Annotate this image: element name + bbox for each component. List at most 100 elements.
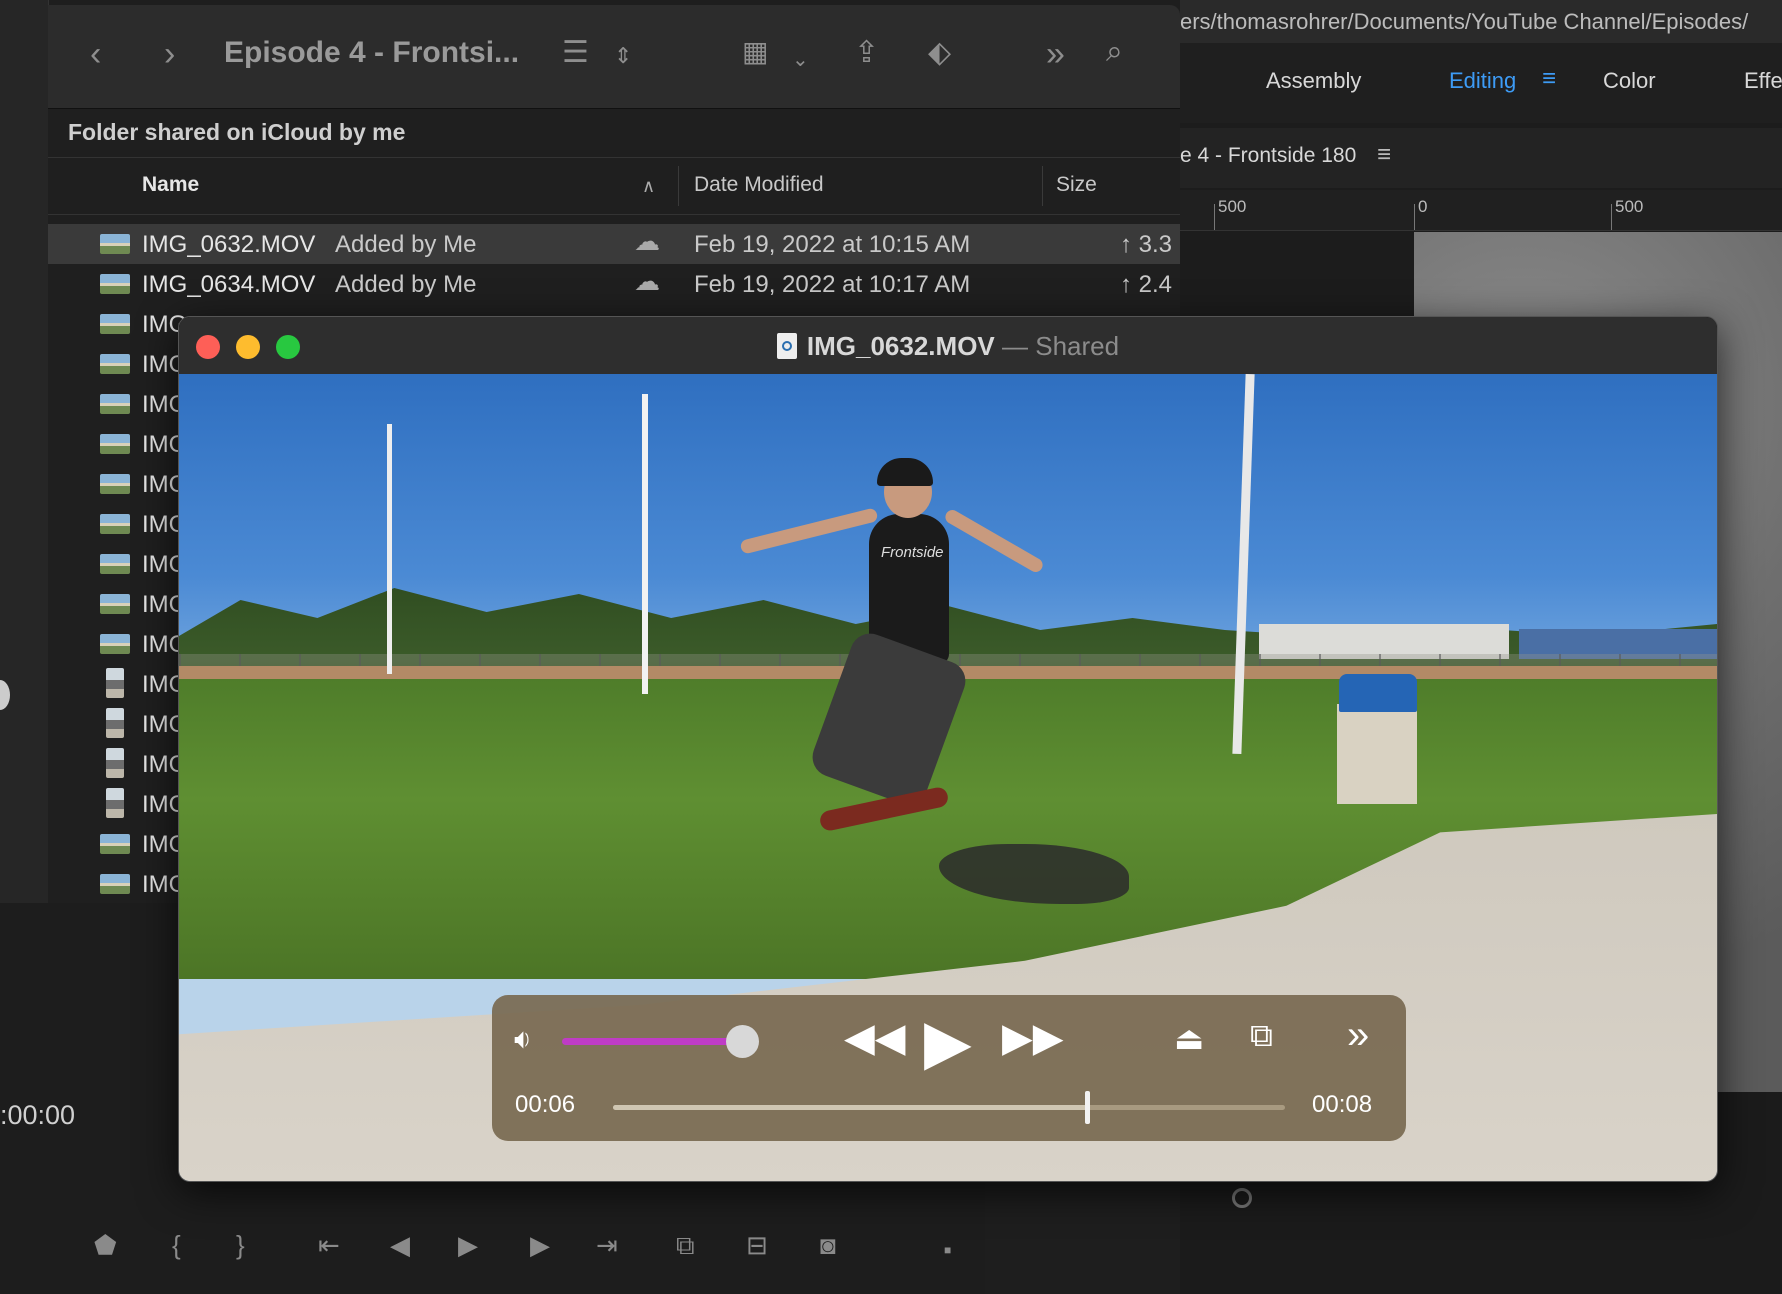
more-controls-icon[interactable]: » [1347,1013,1369,1058]
title-separator: — [1002,331,1028,361]
shared-folder-header: Folder shared on iCloud by me [68,119,406,145]
player-title: IMG_0632.MOV — Shared [179,331,1717,362]
video-thumbnail-icon [100,354,130,374]
video-thumbnail-icon [100,474,130,494]
video-thumbnail-icon [100,274,130,294]
more-toolbar-icon[interactable]: » [1046,35,1065,74]
current-time: 00:06 [515,1091,576,1118]
end-time: 00:08 [1312,1091,1373,1118]
step-forward-icon[interactable]: ▶︎ [530,1230,550,1261]
video-thumbnail-icon [100,234,130,254]
added-by: Added by Me [335,271,477,298]
timeline-ruler[interactable]: 500 0 500 [1180,190,1782,231]
fast-forward-icon[interactable]: ▶▶ [1002,1015,1064,1061]
player-status: Shared [1035,331,1120,361]
left-panel-strip [0,0,49,903]
sequence-title: e 4 - Frontside 180 [1180,144,1357,167]
playhead-handle-icon[interactable] [1232,1188,1252,1208]
date-modified: Feb 19, 2022 at 10:17 AM [694,271,971,298]
video-thumbnail-icon [100,874,130,894]
movie-file-icon [776,333,797,359]
play-icon[interactable]: ▶︎ [458,1230,478,1261]
shirt-text: Frontside [881,544,944,561]
sequence-header: e 4 - Frontside 180 ≡ [1180,128,1782,188]
ruler-label: 0 [1418,197,1428,216]
scrubber-track[interactable] [613,1091,1285,1124]
go-to-in-icon[interactable]: ⇤ [318,1230,340,1261]
scroll-handle[interactable] [0,680,10,710]
quicktime-player-window: IMG_0632.MOV — Shared Frontside 🔉︎ ◀◀ ▶ … [178,316,1718,1182]
file-name: IMG_0632.MOV [142,231,316,258]
file-name: IMG_0634.MOV [142,271,316,298]
picture-in-picture-icon[interactable]: ⧉ [1250,1017,1273,1055]
speaker-icon[interactable]: 🔉︎ [514,1023,532,1056]
video-thumbnail-icon [100,834,130,854]
video-thumbnail-icon [100,314,130,334]
icloud-icon: ☁︎ [634,226,660,256]
file-row[interactable]: IMG_0634.MOV Added by Me Feb 19, 2022 at 1… [48,264,1180,304]
finder-toolbar: ‹ › Episode 4 - Frontsi... ☰ ⇕ ▦ ⌄ ⇪ ⬖ »… [48,5,1180,109]
column-date-modified[interactable]: Date Modified [694,173,824,197]
play-icon[interactable]: ▶ [924,1005,972,1078]
sort-ascending-icon[interactable]: ∧ [642,176,655,197]
video-thumbnail-icon [100,634,130,654]
video-thumbnail-icon [100,554,130,574]
workspace-effects[interactable]: Effe [1744,68,1782,94]
video-thumbnail-icon [106,668,124,698]
file-row[interactable]: IMG_0632.MOV Added by Me Feb 19, 2022 at 1… [48,224,1180,264]
column-header: Name ∧ Date Modified Size [48,157,1180,215]
file-size: ↑ 3.3 [1120,231,1173,258]
video-thumbnail-icon [100,514,130,534]
project-path: ers/thomasrohrer/Documents/YouTube Chann… [1180,0,1782,43]
volume-slider[interactable] [562,1038,742,1045]
video-thumbnail-icon [106,788,124,818]
camera-icon[interactable]: ◙ [820,1230,836,1261]
volume-knob[interactable] [726,1025,759,1058]
mark-out-icon[interactable]: } [236,1230,245,1261]
added-by: Added by Me [335,231,477,258]
chevron-down-icon[interactable]: ⌄ [792,47,809,72]
step-back-icon[interactable]: ◀︎ [390,1230,410,1261]
menu-icon[interactable]: ≡ [1377,141,1391,169]
more-icon[interactable]: ■ [944,1243,951,1257]
insert-icon[interactable]: ⧉ [676,1230,695,1262]
mark-in-icon[interactable]: { [172,1230,181,1261]
playback-controls: 🔉︎ ◀◀ ▶ ▶▶ ⏏︎ ⧉ » 00:06 00:08 [492,995,1406,1141]
player-filename: IMG_0632.MOV [806,331,995,361]
rewind-icon[interactable]: ◀◀ [844,1015,906,1061]
video-thumbnail-icon [100,394,130,414]
overwrite-icon[interactable]: ⊟ [746,1230,768,1261]
back-icon[interactable]: ‹ [90,35,101,74]
list-view-icon[interactable]: ☰ [562,35,589,70]
workspace-assembly[interactable]: Assembly [1266,68,1361,94]
column-size[interactable]: Size [1056,173,1097,197]
finder-window-title: Episode 4 - Frontsi... [224,36,520,69]
workspace-editing[interactable]: Editing [1449,68,1516,94]
search-icon[interactable]: ⌕ [1106,35,1123,69]
airplay-icon[interactable]: ⏏︎ [1174,1019,1204,1057]
ruler-label: 500 [1218,197,1247,216]
column-name[interactable]: Name [142,173,199,197]
tag-icon[interactable]: ⬖ [928,35,951,70]
group-grid-icon[interactable]: ▦ [742,35,768,68]
source-timecode: :00:00 [0,1100,76,1130]
player-titlebar[interactable]: IMG_0632.MOV — Shared [179,317,1717,375]
date-modified: Feb 19, 2022 at 10:15 AM [694,231,971,258]
marker-icon[interactable]: ⬟ [94,1230,117,1261]
video-thumbnail-icon [100,594,130,614]
ruler-label: 500 [1615,197,1644,216]
view-switch-chevrons-icon[interactable]: ⇕ [614,43,632,69]
video-thumbnail-icon [106,708,124,738]
video-thumbnail-icon [100,434,130,454]
scrubber-progress [613,1105,1087,1110]
go-to-out-icon[interactable]: ⇥ [596,1230,618,1261]
workspace-bar: Assembly Editing ≡ Color Effe [1180,43,1782,123]
scrubber-playhead[interactable] [1085,1091,1090,1124]
forward-icon[interactable]: › [164,35,175,74]
hamburger-icon[interactable]: ≡ [1542,65,1556,93]
video-thumbnail-icon [106,748,124,778]
icloud-icon: ☁︎ [634,266,660,296]
workspace-color[interactable]: Color [1603,68,1656,94]
share-icon[interactable]: ⇪ [854,35,879,70]
file-size: ↑ 2.4 [1120,271,1173,298]
